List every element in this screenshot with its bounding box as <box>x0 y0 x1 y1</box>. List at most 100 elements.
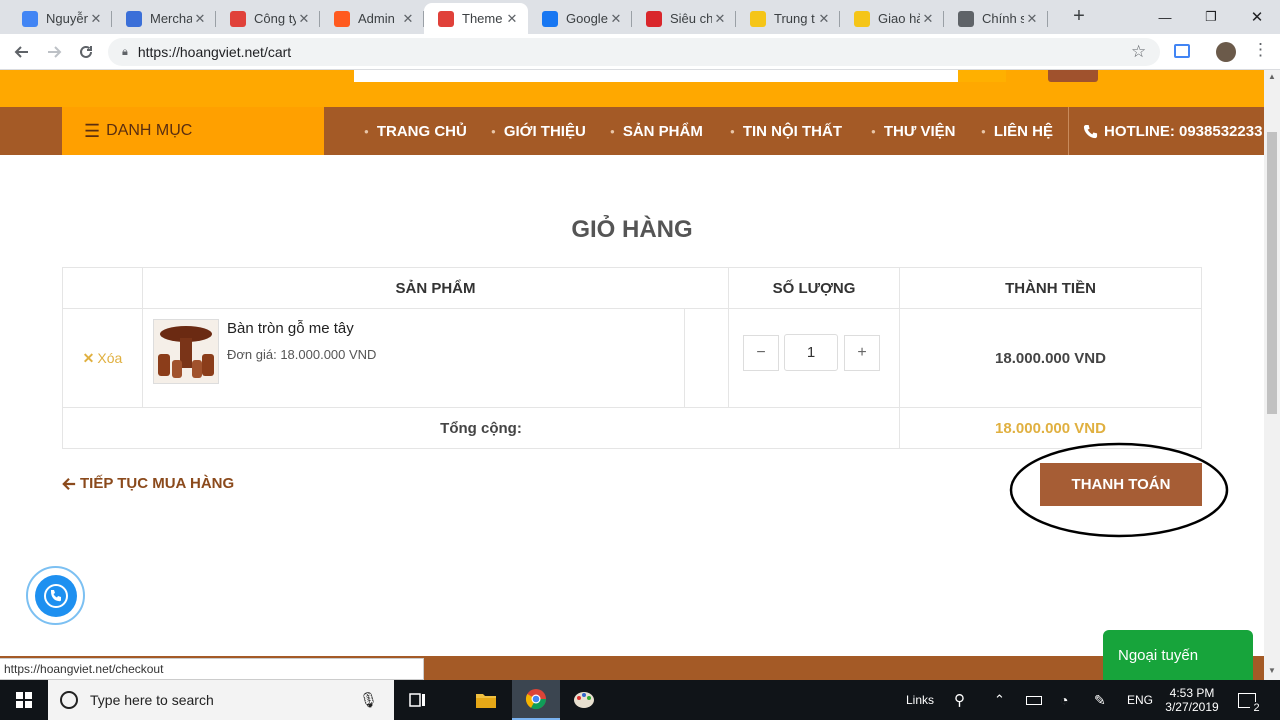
browser-toolbar: 🔒︎ https://hoangviet.net/cart ☆ ⋮ <box>0 34 1280 70</box>
wifi-icon[interactable]: ◔ <box>1060 680 1068 720</box>
pen-icon[interactable]: ✎ <box>1094 680 1106 720</box>
bullet-icon: ● <box>364 126 369 136</box>
paint-taskbar-icon[interactable] <box>560 680 608 720</box>
close-tab-icon[interactable]: ✕ <box>608 11 624 27</box>
people-icon[interactable]: ⚲ <box>954 680 965 720</box>
restore-window-button[interactable]: ❐ <box>1188 0 1234 34</box>
close-tab-icon[interactable]: ✕ <box>296 11 312 27</box>
profile-avatar[interactable] <box>1216 42 1236 62</box>
close-tab-icon[interactable]: ✕ <box>88 11 104 27</box>
lock-icon: 🔒︎ <box>122 45 128 58</box>
file-explorer-icon[interactable] <box>462 680 510 720</box>
tab-title: Giao hà <box>878 11 920 26</box>
nav-home[interactable]: ● TRANG CHỦ <box>364 107 467 155</box>
hotline-link[interactable]: HOTLINE: 0938532233 <box>1068 107 1262 155</box>
scroll-up-icon[interactable]: ▲ <box>1268 72 1276 81</box>
decrease-quantity-button[interactable]: − <box>743 335 779 371</box>
site-favicon-icon <box>230 10 246 27</box>
clock-time: 4:53 PM <box>1169 686 1215 700</box>
browser-tab[interactable]: Mercha ✕ <box>112 3 216 34</box>
scrollbar-thumb[interactable] <box>1267 132 1277 414</box>
address-bar[interactable]: 🔒︎ https://hoangviet.net/cart <box>108 38 1160 66</box>
cart-button[interactable] <box>1048 70 1098 82</box>
arrow-left-icon <box>62 477 76 490</box>
browser-tab[interactable]: Công ty ✕ <box>216 3 320 34</box>
close-window-button[interactable]: ✕ <box>1234 0 1280 34</box>
chrome-taskbar-icon[interactable] <box>512 680 560 720</box>
browser-tab[interactable]: Trung t ✕ <box>736 3 840 34</box>
start-button[interactable] <box>0 680 48 720</box>
notification-icon: 2 <box>1238 692 1263 715</box>
nav-label: GIỚI THIỆU <box>503 122 586 140</box>
close-tab-icon[interactable]: ✕ <box>504 11 520 27</box>
links-toolbar[interactable]: Links <box>906 680 934 720</box>
product-thumbnail[interactable] <box>153 319 219 384</box>
browser-tab-strip: Nguyễn ✕ Mercha ✕ Công ty ✕ Admin ✕ Theme ✕ Google… <box>0 0 1280 34</box>
site-search-button[interactable] <box>958 70 1006 82</box>
increase-quantity-button[interactable]: + <box>844 335 880 371</box>
browser-tab[interactable]: Siêu ch ✕ <box>632 3 736 34</box>
close-tab-icon[interactable]: ✕ <box>1024 11 1040 27</box>
forward-button[interactable] <box>42 40 66 64</box>
nav-gallery[interactable]: ● THƯ VIỆN <box>871 107 955 155</box>
continue-shopping-link[interactable]: TIẾP TỤC MUA HÀNG <box>62 475 234 492</box>
browser-menu-icon[interactable]: ⋮ <box>1252 40 1269 60</box>
merchant-center-icon <box>126 10 142 27</box>
browser-tab[interactable]: Google ✕ <box>528 3 632 34</box>
remove-item-button[interactable]: ✕ Xóa <box>63 309 143 408</box>
folder-icon <box>476 694 496 708</box>
close-tab-icon[interactable]: ✕ <box>712 11 728 27</box>
chat-widget-offline[interactable]: Ngoại tuyến <box>1103 630 1253 680</box>
nav-label: THƯ VIỆN <box>883 122 956 140</box>
browser-tab[interactable]: Nguyễn ✕ <box>8 3 112 34</box>
theme-favicon-icon <box>438 10 454 27</box>
page-scrollbar[interactable]: ▲ ▼ <box>1264 70 1280 680</box>
browser-tab[interactable]: Giao hà ✕ <box>840 3 944 34</box>
close-tab-icon[interactable]: ✕ <box>192 11 208 27</box>
admin-favicon-icon <box>334 10 350 27</box>
hamburger-icon: ☰ <box>84 120 101 141</box>
remove-label: Xóa <box>97 350 123 366</box>
microphone-icon[interactable]: 🎙︎ <box>359 691 378 709</box>
tab-title: Nguyễn <box>46 11 88 26</box>
header-cell-empty <box>63 268 143 309</box>
chevron-up-icon[interactable]: ⌃ <box>994 680 1005 720</box>
browser-tab[interactable]: Admin ✕ <box>320 3 424 34</box>
close-tab-icon[interactable]: ✕ <box>400 11 416 27</box>
bookmark-star-icon[interactable]: ☆ <box>1131 42 1146 62</box>
language-indicator[interactable]: ENG <box>1127 680 1153 720</box>
minimize-window-button[interactable]: — <box>1142 0 1188 34</box>
call-button[interactable] <box>26 566 85 625</box>
tab-title: Công ty <box>254 11 296 26</box>
status-bar-url: https://hoangviet.net/checkout <box>0 658 424 680</box>
reload-button[interactable] <box>74 40 98 64</box>
line-total: 18.000.000 VND <box>900 309 1201 408</box>
nav-about[interactable]: ● GIỚI THIỆU <box>491 107 586 155</box>
battery-glyph <box>1026 695 1042 705</box>
nav-products[interactable]: ● SẢN PHẨM <box>610 107 703 155</box>
bullet-icon: ● <box>491 126 496 136</box>
clock[interactable]: 4:53 PM 3/27/2019 <box>1164 680 1220 720</box>
scroll-down-icon[interactable]: ▼ <box>1268 666 1276 675</box>
site-search-input[interactable] <box>354 70 958 82</box>
action-center-button[interactable]: 2 <box>1238 680 1263 720</box>
nav-contact[interactable]: ● LIÊN HỆ <box>981 107 1053 155</box>
browser-tab[interactable]: Chính s ✕ <box>944 3 1048 34</box>
nav-news[interactable]: ● TIN NỘI THẤT <box>730 107 842 155</box>
extension-icon[interactable] <box>1174 44 1190 58</box>
close-tab-icon[interactable]: ✕ <box>920 11 936 27</box>
quantity-input[interactable]: 1 <box>784 334 838 371</box>
main-navigation: ☰ DANH MỤC ● TRANG CHỦ ● GIỚI THIỆU ● SẢN P… <box>0 107 1264 155</box>
facebook-icon <box>542 10 558 27</box>
unit-price: Đơn giá: 18.000.000 VND <box>227 347 377 362</box>
back-button[interactable] <box>10 40 34 64</box>
task-view-icon[interactable] <box>394 680 442 720</box>
new-tab-button[interactable]: + <box>1068 5 1090 27</box>
battery-icon[interactable] <box>1026 680 1042 720</box>
category-menu-button[interactable]: ☰ DANH MỤC <box>62 107 324 155</box>
taskbar-search-box[interactable]: Type here to search 🎙︎ <box>48 680 394 720</box>
close-tab-icon[interactable]: ✕ <box>816 11 832 27</box>
product-name[interactable]: Bàn tròn gỗ me tây <box>227 320 354 337</box>
windows-logo-icon <box>16 692 32 708</box>
browser-tab[interactable]: Theme ✕ <box>424 3 528 34</box>
